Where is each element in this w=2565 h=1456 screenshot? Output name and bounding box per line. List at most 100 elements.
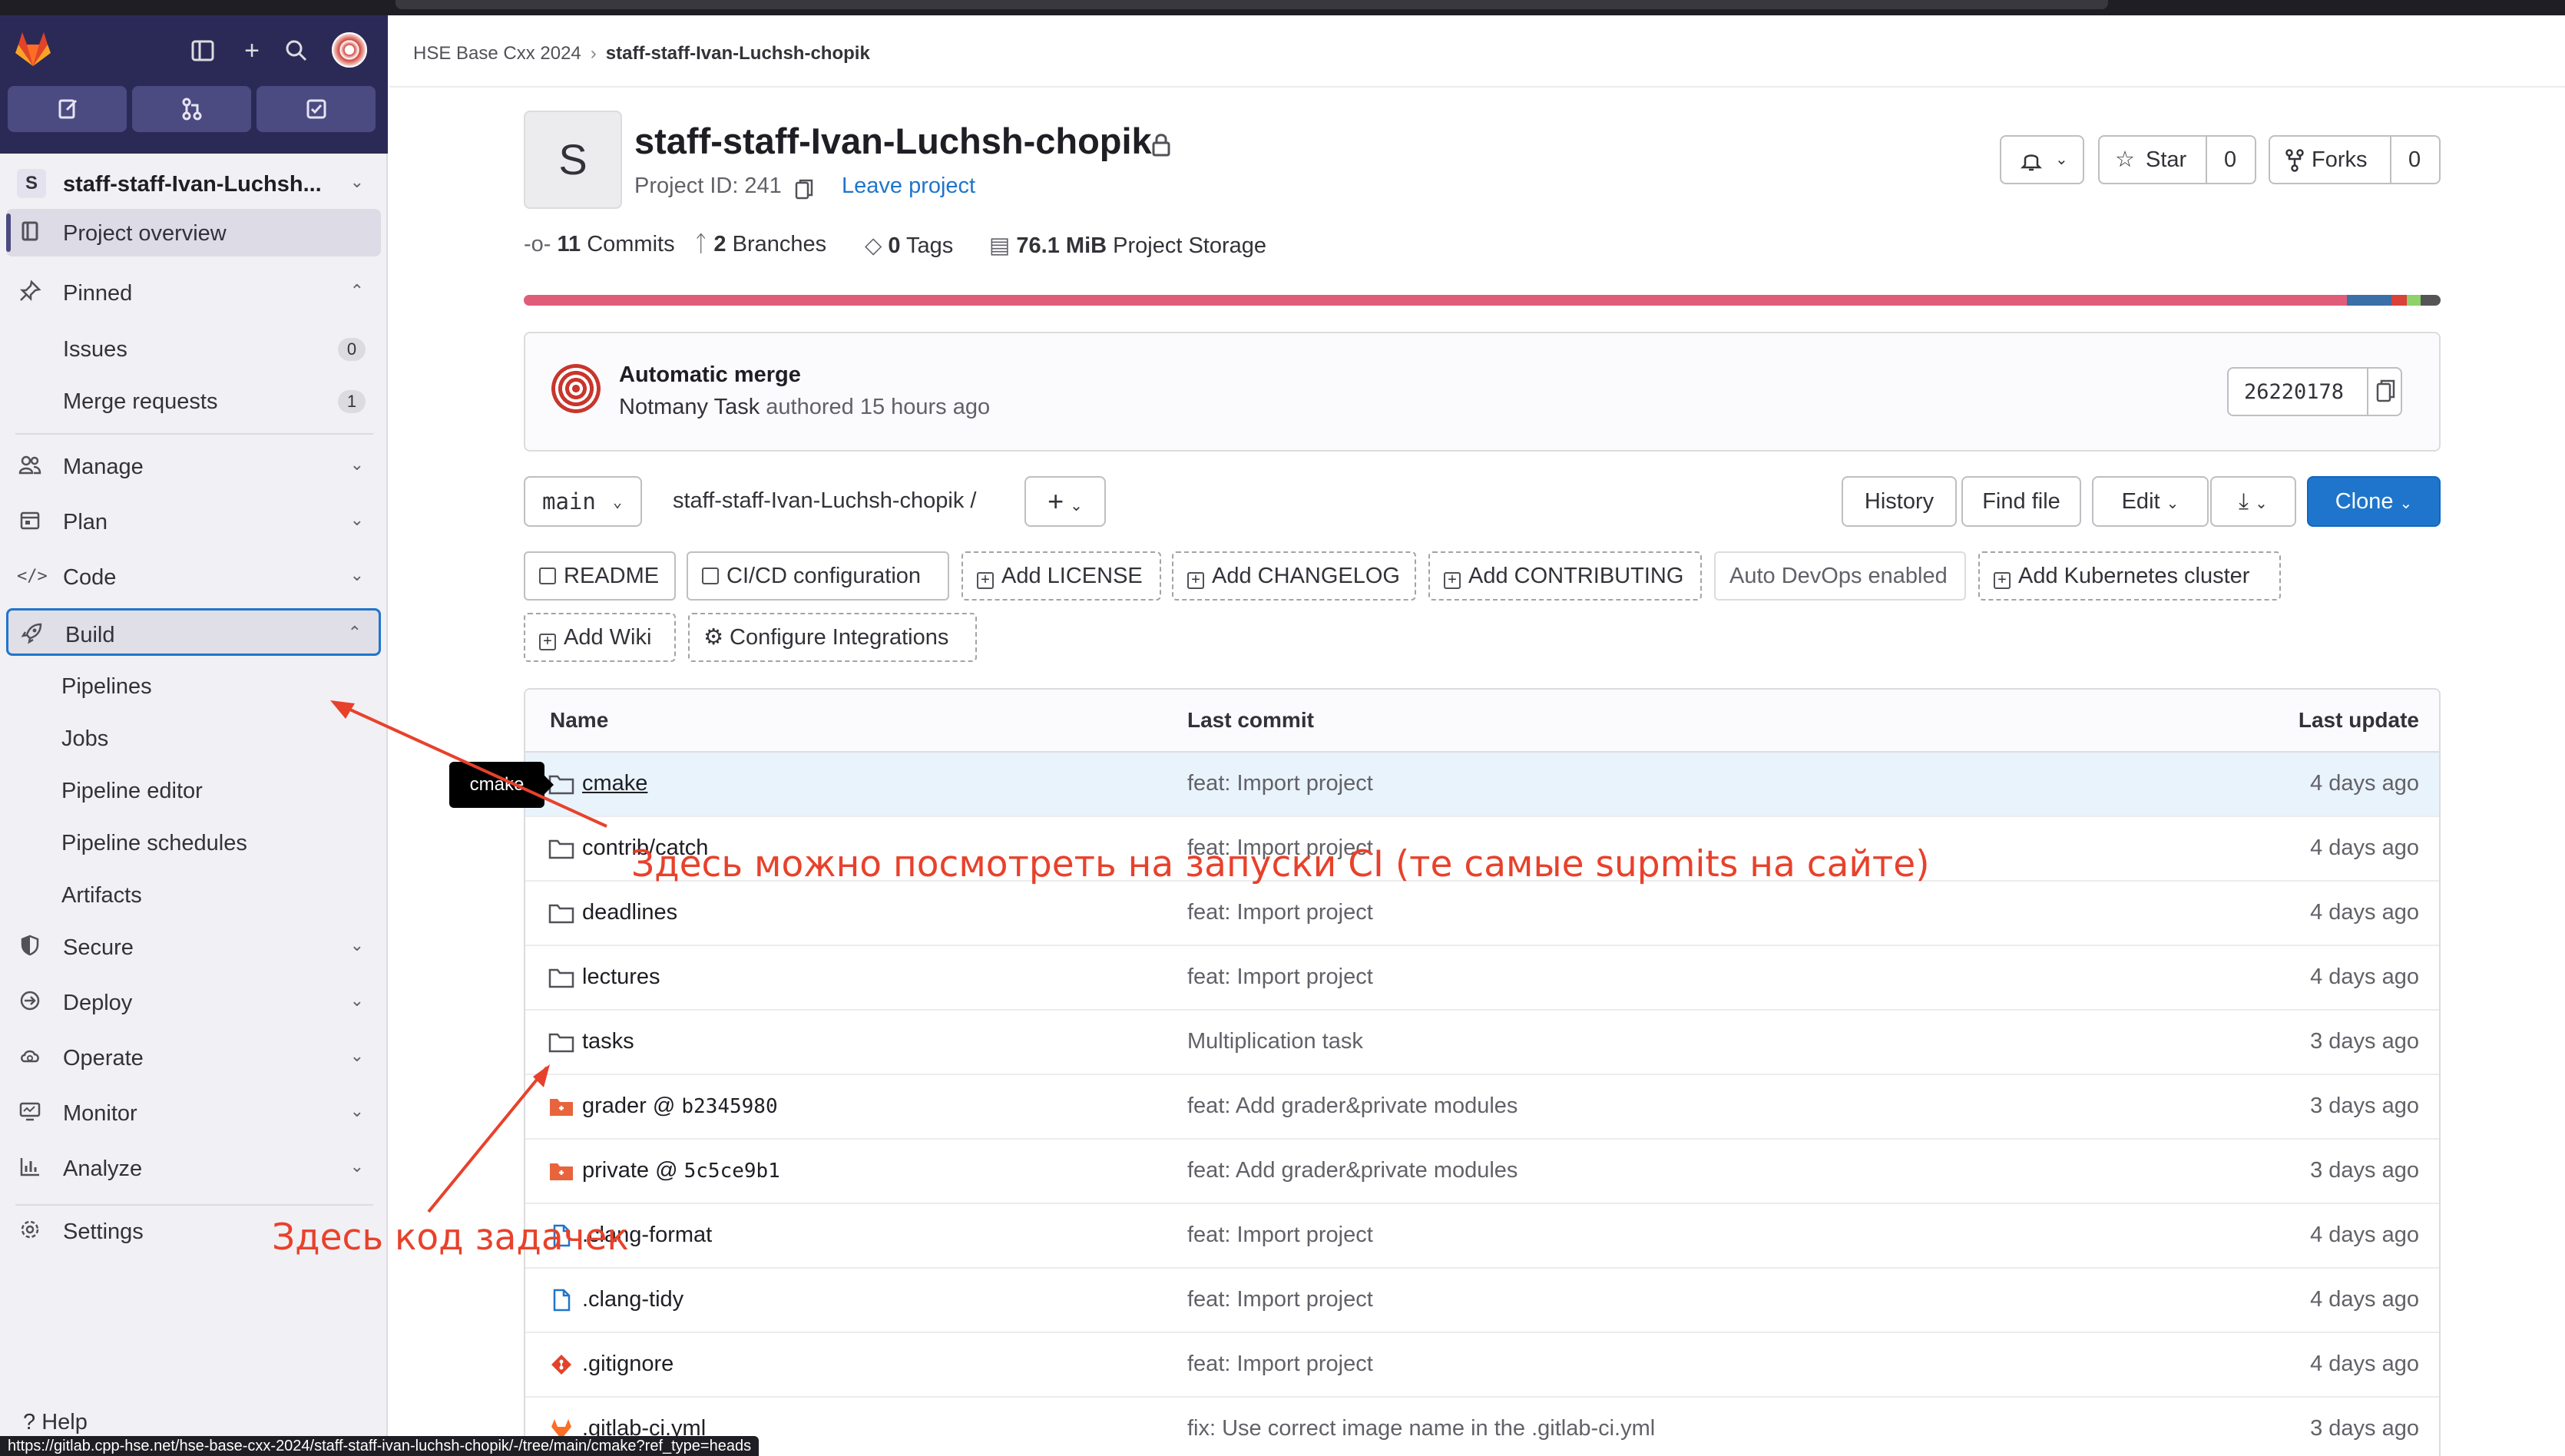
sidebar-item-artifacts[interactable]: Artifacts <box>61 883 142 908</box>
star-button[interactable]: ☆ Star 0 <box>2098 135 2256 184</box>
file-last-commit[interactable]: feat: Import project <box>1187 1223 1373 1248</box>
storage-link[interactable]: ▤ 76.1 MiB Project Storage <box>989 232 1266 259</box>
configure-integrations-button[interactable]: ⚙ Configure Integrations <box>688 613 977 662</box>
copy-icon[interactable] <box>794 178 814 201</box>
forks-button[interactable]: Forks 0 <box>2269 135 2441 184</box>
file-last-commit[interactable]: Multiplication task <box>1187 1029 1363 1054</box>
file-last-commit[interactable]: feat: Add grader&private modules <box>1187 1158 1517 1183</box>
project-switcher[interactable]: S staff-staff-Ivan-Luchsh... ⌄ <box>9 158 379 212</box>
sidebar-item-pipeline-schedules[interactable]: Pipeline schedules <box>61 831 247 856</box>
breadcrumb-current[interactable]: staff-staff-Ivan-Luchsh-chopik <box>606 43 870 64</box>
add-contributing-button[interactable]: + Add CONTRIBUTING <box>1428 551 1702 601</box>
table-row[interactable]: .gitlab-ci.yml fix: Use correct image nam… <box>525 1398 2439 1456</box>
file-last-commit[interactable]: feat: Import project <box>1187 1287 1373 1312</box>
add-to-tree-dropdown[interactable]: + ⌄ <box>1024 476 1106 527</box>
add-changelog-button[interactable]: + Add CHANGELOG <box>1172 551 1416 601</box>
sidebar-item-pipeline-editor[interactable]: Pipeline editor <box>61 779 203 804</box>
table-row[interactable]: grader @ b2345980 feat: Add grader&privat… <box>525 1075 2439 1140</box>
add-license-button[interactable]: + Add LICENSE <box>961 551 1161 601</box>
sidebar-item-build[interactable]: Build ⌃ <box>6 608 381 656</box>
language-segment[interactable] <box>2347 295 2391 306</box>
file-last-commit[interactable]: feat: Import project <box>1187 965 1373 990</box>
find-file-button[interactable]: Find file <box>1961 476 2081 527</box>
auto-devops-button[interactable]: Auto DevOps enabled <box>1714 551 1966 601</box>
table-row[interactable]: tasks Multiplication task 3 days ago <box>525 1011 2439 1075</box>
file-name[interactable]: tasks <box>582 1029 634 1054</box>
toggle-sidebar-icon[interactable] <box>186 34 220 68</box>
commits-link[interactable]: -o- 11 Commits <box>524 232 675 257</box>
table-row[interactable]: cmake feat: Import project 4 days ago <box>525 753 2439 817</box>
tags-link[interactable]: ◇ 0 Tags <box>865 232 953 259</box>
table-row[interactable]: .clang-tidy feat: Import project 4 days ag… <box>525 1269 2439 1333</box>
file-name[interactable]: lectures <box>582 965 660 990</box>
add-wiki-button[interactable]: + Add Wiki <box>524 613 676 662</box>
file-name[interactable]: grader @ b2345980 <box>582 1094 778 1119</box>
cicd-configuration-button[interactable]: CI/CD configuration <box>687 551 949 601</box>
submodule-ref[interactable]: b2345980 <box>681 1095 777 1118</box>
search-icon[interactable] <box>280 34 313 68</box>
sidebar-item-project-overview[interactable]: Project overview <box>6 209 381 256</box>
submodule-ref[interactable]: 5c5ce9b1 <box>684 1160 780 1183</box>
sidebar-item-code[interactable]: </> Code ⌄ <box>6 553 381 601</box>
file-last-update: 3 days ago <box>2310 1029 2419 1054</box>
table-row[interactable]: private @ 5c5ce9b1 feat: Add grader&priva… <box>525 1140 2439 1204</box>
create-new-icon[interactable]: + <box>235 34 269 68</box>
sidebar-divider <box>15 433 373 435</box>
commit-author[interactable]: Notmany Task <box>619 395 760 419</box>
language-segment[interactable] <box>2407 295 2421 306</box>
file-name[interactable]: .clang-tidy <box>582 1287 683 1312</box>
repo-path-root[interactable]: staff-staff-Ivan-Luchsh-chopik <box>673 488 964 513</box>
language-segment[interactable] <box>2421 295 2441 306</box>
notifications-dropdown[interactable]: ⌄ <box>2000 135 2084 184</box>
clone-dropdown[interactable]: Clone ⌄ <box>2307 476 2441 527</box>
sidebar-item-deploy[interactable]: Deploy ⌄ <box>6 978 381 1026</box>
copy-icon[interactable] <box>2375 378 2398 405</box>
breadcrumb-group[interactable]: HSE Base Cxx 2024 <box>413 43 581 64</box>
sidebar-item-pinned[interactable]: Pinned ⌃ <box>6 269 381 316</box>
branch-selector[interactable]: main ⌄ <box>524 476 642 527</box>
sidebar-item-analyze[interactable]: Analyze ⌄ <box>6 1144 381 1192</box>
sidebar-item-pipelines[interactable]: Pipelines <box>61 674 152 700</box>
user-avatar[interactable] <box>332 32 367 68</box>
file-last-commit[interactable]: fix: Use correct image name in the .gitl… <box>1187 1416 1655 1441</box>
download-dropdown[interactable]: ⤓ ⌄ <box>2210 476 2296 527</box>
language-segment[interactable] <box>2391 295 2407 306</box>
file-name[interactable]: .gitignore <box>582 1352 674 1377</box>
file-last-commit[interactable]: feat: Import project <box>1187 771 1373 796</box>
file-last-update: 4 days ago <box>2310 1352 2419 1376</box>
help-link[interactable]: ? Help <box>23 1410 88 1435</box>
sidebar-item-merge-requests[interactable]: Merge requests 1 <box>6 377 381 425</box>
repository-languages-bar[interactable] <box>524 295 2441 306</box>
commit-sha-button[interactable]: 26220178 <box>2227 367 2402 416</box>
sidebar-item-monitor[interactable]: Monitor ⌄ <box>6 1089 381 1137</box>
add-kubernetes-cluster-button[interactable]: + Add Kubernetes cluster <box>1978 551 2281 601</box>
sidebar-item-plan[interactable]: Plan ⌄ <box>6 498 381 545</box>
language-segment[interactable] <box>524 295 2347 306</box>
gitlab-logo-icon[interactable] <box>12 28 54 69</box>
table-row[interactable]: .clang-format feat: Import project 4 days … <box>525 1204 2439 1269</box>
history-button[interactable]: History <box>1842 476 1957 527</box>
table-row[interactable]: lectures feat: Import project 4 days ago <box>525 946 2439 1011</box>
file-last-commit[interactable]: feat: Add grader&private modules <box>1187 1094 1517 1119</box>
issues-shortcut-button[interactable] <box>8 86 127 132</box>
branches-link[interactable]: ᛏ2 Branches <box>694 232 826 257</box>
sidebar-item-secure[interactable]: Secure ⌄ <box>6 923 381 971</box>
sidebar-item-manage[interactable]: Manage ⌄ <box>6 442 381 490</box>
readme-button[interactable]: README <box>524 551 676 601</box>
todo-shortcut-button[interactable] <box>256 86 376 132</box>
file-name[interactable]: cmake <box>582 771 647 796</box>
file-last-commit[interactable]: feat: Import project <box>1187 900 1373 925</box>
file-last-commit[interactable]: feat: Import project <box>1187 1352 1373 1377</box>
table-row[interactable]: deadlines feat: Import project 4 days ago <box>525 882 2439 946</box>
sidebar-item-issues[interactable]: Issues 0 <box>6 325 381 372</box>
edit-dropdown[interactable]: Edit ⌄ <box>2092 476 2209 527</box>
commit-title[interactable]: Automatic merge <box>619 362 801 388</box>
leave-project-link[interactable]: Leave project <box>842 174 975 199</box>
table-row[interactable]: .gitignore feat: Import project 4 days ago <box>525 1333 2439 1398</box>
sidebar-item-operate[interactable]: Operate ⌄ <box>6 1034 381 1081</box>
commit-author-avatar[interactable] <box>551 364 601 413</box>
merge-requests-shortcut-button[interactable] <box>132 86 251 132</box>
sidebar-item-jobs[interactable]: Jobs <box>61 726 108 752</box>
file-name[interactable]: deadlines <box>582 900 677 925</box>
file-name[interactable]: private @ 5c5ce9b1 <box>582 1158 780 1183</box>
